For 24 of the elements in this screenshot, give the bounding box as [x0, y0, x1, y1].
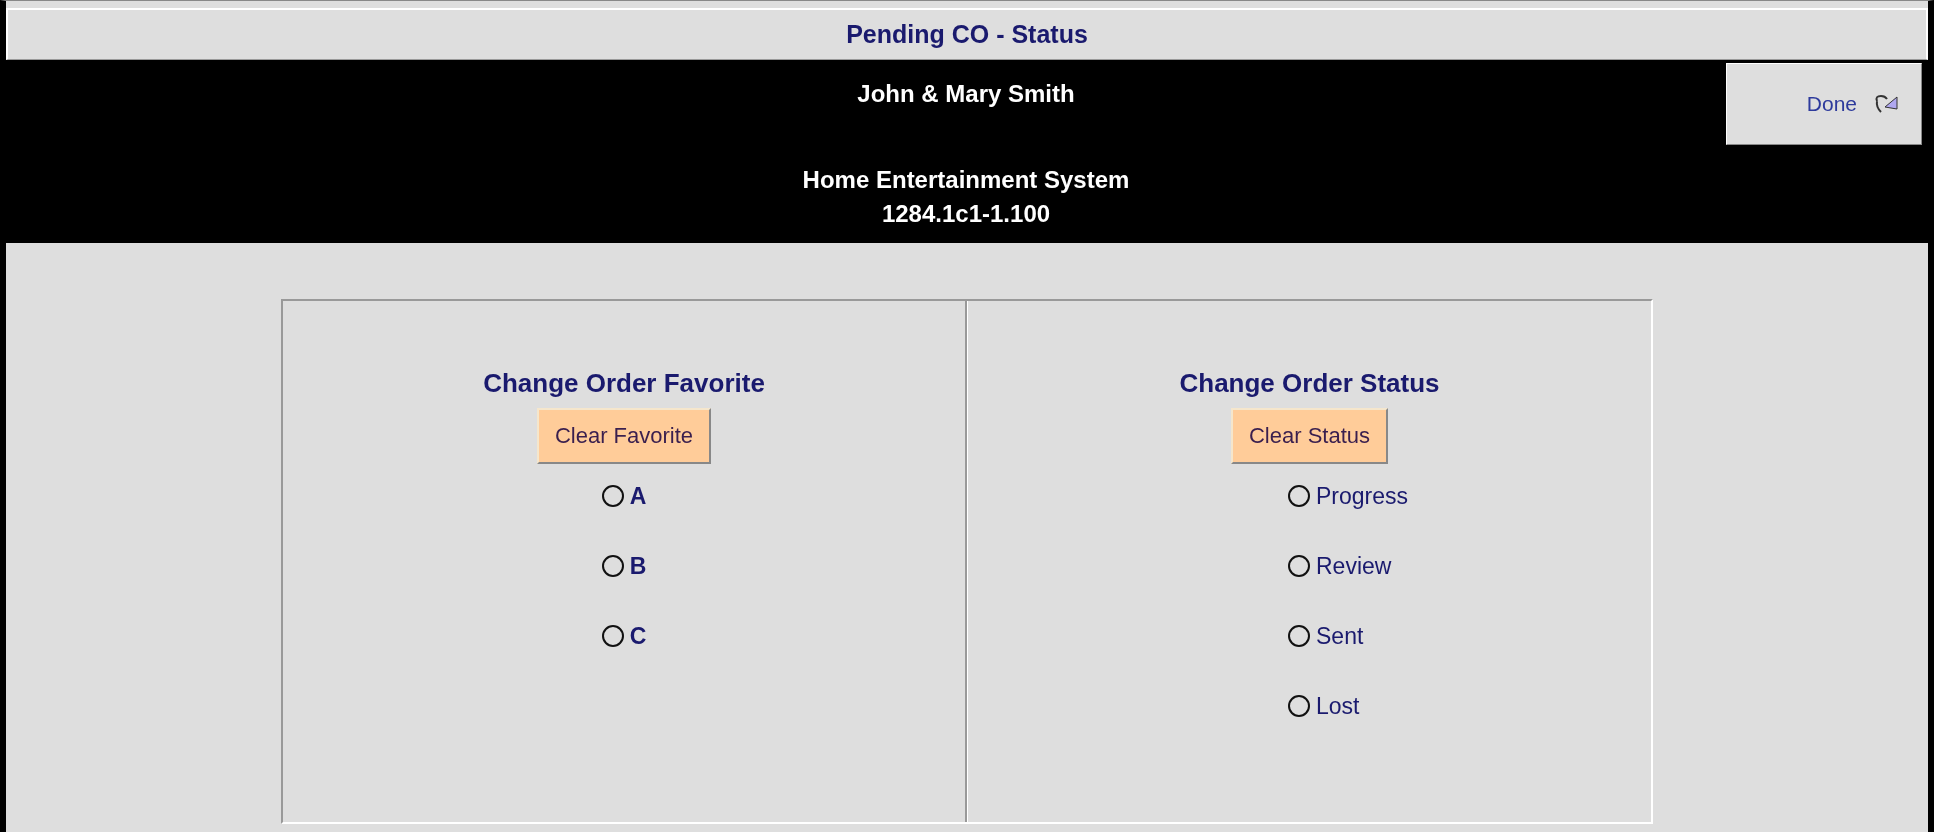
window-title: Pending CO - Status: [846, 20, 1088, 49]
clear-button[interactable]: Clear Status: [1230, 408, 1389, 464]
option-label: Sent: [1316, 622, 1364, 650]
radio-button[interactable]: [1288, 695, 1310, 717]
return-arrow-icon: [1873, 93, 1901, 115]
order-number: 1284.1c1-1.100: [881, 199, 1051, 229]
option-label: B: [629, 552, 647, 580]
radio-button[interactable]: [601, 625, 624, 647]
clear-button[interactable]: Clear Favorite: [536, 408, 712, 464]
customer-name: John & Mary Smith: [857, 79, 1075, 109]
project-name: Home Entertainment System: [802, 165, 1130, 195]
option-label: A: [629, 482, 647, 510]
radio-button[interactable]: [1288, 625, 1310, 647]
radio-button[interactable]: [1288, 555, 1310, 577]
done-button[interactable]: Done: [1726, 63, 1922, 145]
radio-button[interactable]: [1288, 485, 1310, 507]
option-label: Review: [1316, 552, 1392, 580]
radio-button[interactable]: [601, 485, 624, 507]
section-heading: Change Order Favorite: [483, 367, 765, 400]
option-label: Progress: [1316, 482, 1409, 510]
option-label: Lost: [1316, 692, 1360, 720]
radio-button[interactable]: [601, 555, 624, 577]
section-heading: Change Order Status: [1179, 367, 1440, 400]
option-label: C: [629, 622, 647, 650]
